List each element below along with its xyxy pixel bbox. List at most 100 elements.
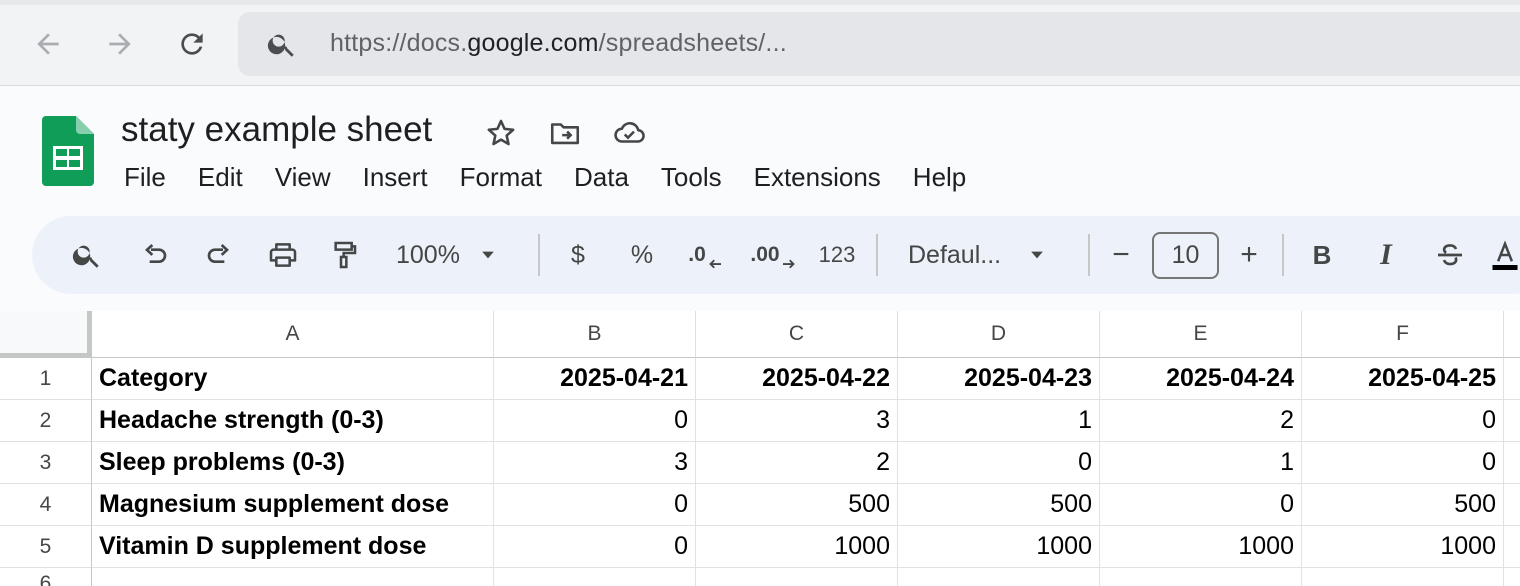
column-header-c[interactable]: C: [696, 311, 898, 358]
cell-f1[interactable]: 2025-04-25: [1302, 358, 1504, 400]
address-bar[interactable]: https://docs.google.com/spreadsheets/...: [238, 12, 1520, 76]
row-header-6[interactable]: 6: [0, 568, 92, 586]
cell-g5[interactable]: [1504, 526, 1520, 568]
redo-icon: [207, 244, 229, 263]
zoom-select[interactable]: 100%: [388, 234, 528, 276]
print-button[interactable]: [262, 234, 304, 276]
menu-insert[interactable]: Insert: [347, 160, 444, 195]
reload-button[interactable]: [172, 24, 212, 64]
cell-c1[interactable]: 2025-04-22: [696, 358, 898, 400]
row-header-5[interactable]: 5: [0, 526, 92, 568]
cell-d5[interactable]: 1000: [898, 526, 1100, 568]
cell-f4[interactable]: 500: [1302, 484, 1504, 526]
toolbar-divider: [538, 234, 540, 276]
row-header-2[interactable]: 2: [0, 400, 92, 442]
more-formats-button[interactable]: 123: [812, 234, 862, 276]
bold-button[interactable]: B: [1302, 234, 1342, 276]
column-header-e[interactable]: E: [1100, 311, 1302, 358]
decrease-decimal-label: .0: [688, 243, 706, 266]
text-color-button[interactable]: [1490, 234, 1520, 276]
cell-b6[interactable]: [494, 568, 696, 586]
cell-b1[interactable]: 2025-04-21: [494, 358, 696, 400]
menu-edit[interactable]: Edit: [182, 160, 259, 195]
cell-b4[interactable]: 0: [494, 484, 696, 526]
italic-button[interactable]: I: [1366, 234, 1406, 276]
cell-f5[interactable]: 1000: [1302, 526, 1504, 568]
cell-a6[interactable]: [92, 568, 494, 586]
paint-format-button[interactable]: [324, 234, 366, 276]
sheets-logo-icon[interactable]: [42, 116, 94, 186]
row-header-4[interactable]: 4: [0, 484, 92, 526]
cloud-saved-icon[interactable]: [612, 116, 646, 150]
undo-button[interactable]: [134, 234, 176, 276]
increase-font-size-button[interactable]: +: [1232, 234, 1266, 276]
cell-c3[interactable]: 2: [696, 442, 898, 484]
cell-g1[interactable]: [1504, 358, 1520, 400]
decrease-decimal-button[interactable]: .0: [682, 234, 730, 276]
redo-button[interactable]: [198, 234, 240, 276]
cell-e1[interactable]: 2025-04-24: [1100, 358, 1302, 400]
menu-data[interactable]: Data: [558, 160, 645, 195]
cell-d1[interactable]: 2025-04-23: [898, 358, 1100, 400]
cell-b5[interactable]: 0: [494, 526, 696, 568]
cell-g2[interactable]: [1504, 400, 1520, 442]
cell-f3[interactable]: 0: [1302, 442, 1504, 484]
column-header-a[interactable]: A: [92, 311, 494, 358]
cell-a2[interactable]: Headache strength (0-3): [92, 400, 494, 442]
cell-e3[interactable]: 1: [1100, 442, 1302, 484]
cell-c2[interactable]: 3: [696, 400, 898, 442]
decrease-font-size-button[interactable]: −: [1104, 234, 1138, 276]
column-header-g[interactable]: [1504, 311, 1520, 358]
search-menus-button[interactable]: [66, 234, 108, 276]
cell-e4[interactable]: 0: [1100, 484, 1302, 526]
cell-e5[interactable]: 1000: [1100, 526, 1302, 568]
menu-format[interactable]: Format: [444, 160, 558, 195]
cell-e2[interactable]: 2: [1100, 400, 1302, 442]
menu-extensions[interactable]: Extensions: [738, 160, 897, 195]
cell-c5[interactable]: 1000: [696, 526, 898, 568]
cell-a3[interactable]: Sleep problems (0-3): [92, 442, 494, 484]
url-text[interactable]: https://docs.google.com/spreadsheets/...: [330, 29, 787, 58]
menu-view[interactable]: View: [259, 160, 347, 195]
document-title[interactable]: staty example sheet: [121, 110, 432, 150]
column-header-d[interactable]: D: [898, 311, 1100, 358]
cell-a1[interactable]: Category: [92, 358, 494, 400]
cell-d2[interactable]: 1: [898, 400, 1100, 442]
cell-c6[interactable]: [696, 568, 898, 586]
cell-c4[interactable]: 500: [696, 484, 898, 526]
row-header-1[interactable]: 1: [0, 358, 92, 400]
cell-d3[interactable]: 0: [898, 442, 1100, 484]
cell-g6[interactable]: [1504, 568, 1520, 586]
url-host: google.com: [467, 29, 599, 57]
strikethrough-button[interactable]: [1430, 234, 1470, 276]
cell-b2[interactable]: 0: [494, 400, 696, 442]
cell-d4[interactable]: 500: [898, 484, 1100, 526]
cell-a4[interactable]: Magnesium supplement dose: [92, 484, 494, 526]
cell-a5[interactable]: Vitamin D supplement dose: [92, 526, 494, 568]
menu-file[interactable]: File: [108, 160, 182, 195]
column-header-f[interactable]: F: [1302, 311, 1504, 358]
cell-e6[interactable]: [1100, 568, 1302, 586]
back-button[interactable]: [28, 24, 68, 64]
cell-d6[interactable]: [898, 568, 1100, 586]
cell-b3[interactable]: 3: [494, 442, 696, 484]
star-icon[interactable]: [484, 116, 518, 150]
cell-f6[interactable]: [1302, 568, 1504, 586]
font-size-input[interactable]: 10: [1152, 232, 1219, 279]
forward-button[interactable]: [100, 24, 140, 64]
row-header-3[interactable]: 3: [0, 442, 92, 484]
cell-f2[interactable]: 0: [1302, 400, 1504, 442]
menu-tools[interactable]: Tools: [645, 160, 738, 195]
percent-format-button[interactable]: %: [622, 234, 662, 276]
column-header-b[interactable]: B: [494, 311, 696, 358]
cell-g3[interactable]: [1504, 442, 1520, 484]
font-family-select[interactable]: Defaul...: [900, 234, 1066, 276]
move-folder-icon[interactable]: [548, 116, 582, 150]
cell-g4[interactable]: [1504, 484, 1520, 526]
increase-font-size-label: +: [1240, 238, 1258, 271]
increase-decimal-button[interactable]: .00: [746, 234, 802, 276]
reload-icon: [181, 33, 203, 55]
menu-help[interactable]: Help: [897, 160, 982, 195]
currency-format-button[interactable]: $: [558, 234, 598, 276]
select-all-corner[interactable]: [0, 311, 92, 358]
